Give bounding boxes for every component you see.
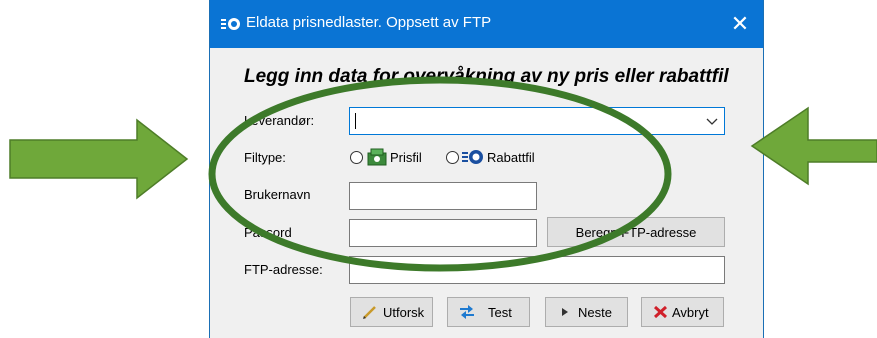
swap-arrows-icon xyxy=(460,305,474,319)
supplier-label: Leverandør: xyxy=(244,113,315,128)
pencil-icon xyxy=(363,306,376,319)
ftp-address-input[interactable] xyxy=(349,256,725,284)
close-button[interactable]: ✕ xyxy=(717,0,763,48)
cancel-button[interactable]: Avbryt xyxy=(641,297,724,327)
next-button[interactable]: Neste xyxy=(545,297,628,327)
discount-file-icon xyxy=(462,150,483,164)
title-bar: Eldata prisnedlaster. Oppsett av FTP ✕ xyxy=(210,0,763,48)
app-logo-icon xyxy=(221,18,240,30)
compute-ftp-address-button[interactable]: Beregn FTP-adresse xyxy=(547,217,725,247)
rabattfil-label[interactable]: Rabattfil xyxy=(487,150,535,165)
test-button[interactable]: Test xyxy=(447,297,530,327)
ftp-setup-dialog: Eldata prisnedlaster. Oppsett av FTP ✕ L… xyxy=(209,0,764,338)
ftp-address-label: FTP-adresse: xyxy=(244,262,323,277)
price-file-icon xyxy=(367,148,387,166)
cancel-label: Avbryt xyxy=(672,305,709,320)
radio-rabattfil[interactable] xyxy=(446,151,459,164)
window-title: Eldata prisnedlaster. Oppsett av FTP xyxy=(246,14,492,31)
red-x-icon xyxy=(653,305,668,319)
form-heading: Legg inn data for overvåkning av ny pris… xyxy=(244,66,729,87)
password-label: Passord xyxy=(244,225,292,240)
filetype-label: Filtype: xyxy=(244,150,286,165)
close-icon: ✕ xyxy=(730,11,750,36)
explore-button[interactable]: Utforsk xyxy=(350,297,433,327)
next-label: Neste xyxy=(578,305,612,320)
test-label: Test xyxy=(488,305,512,320)
password-input[interactable] xyxy=(349,219,537,247)
text-caret xyxy=(355,113,356,129)
username-input[interactable] xyxy=(349,182,537,210)
radio-prisfil[interactable] xyxy=(350,151,363,164)
compute-ftp-address-label: Beregn FTP-adresse xyxy=(575,225,697,240)
explore-label: Utforsk xyxy=(383,305,425,320)
supplier-combobox[interactable] xyxy=(349,107,725,135)
play-arrow-icon xyxy=(562,308,568,316)
right-arrow-annotation xyxy=(750,106,877,186)
username-label: Brukernavn xyxy=(244,187,311,202)
prisfil-label[interactable]: Prisfil xyxy=(390,150,422,165)
left-arrow-annotation xyxy=(9,118,189,200)
chevron-down-icon[interactable] xyxy=(704,112,720,130)
